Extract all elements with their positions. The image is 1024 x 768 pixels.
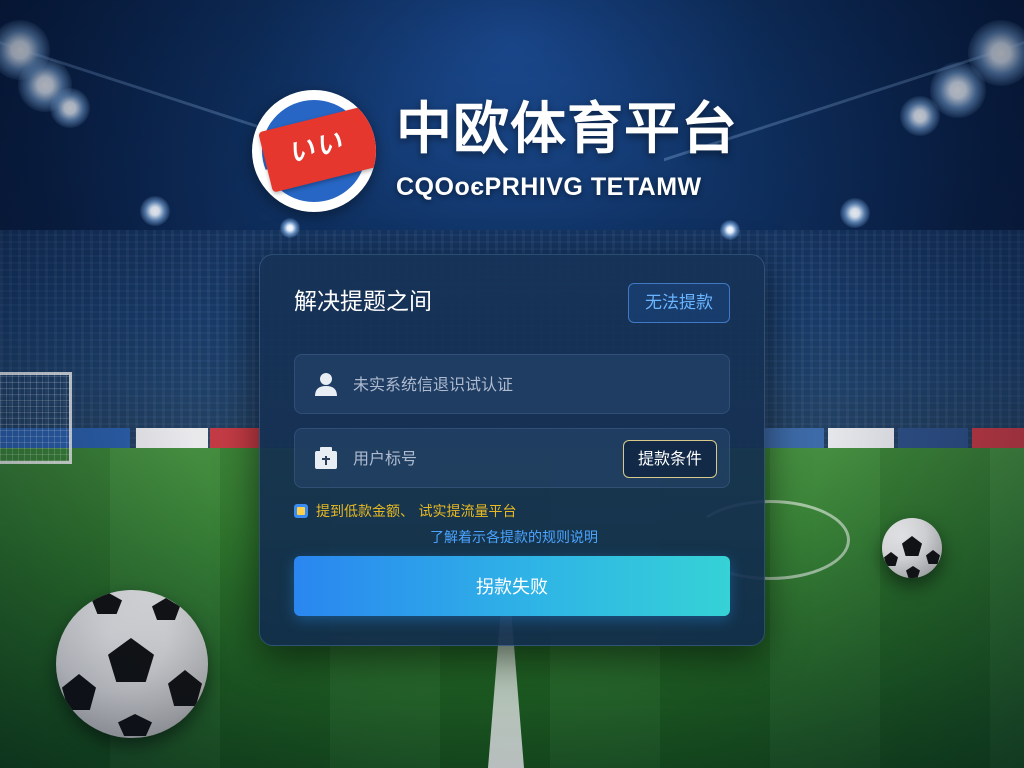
card-title: 解决提题之间: [294, 289, 432, 315]
notice-checkbox-icon[interactable]: [294, 504, 308, 518]
withdraw-card: 解决提题之间 无法提款 提款条件 提到低款金额、 试实提流量平台 了解着示各提款…: [259, 254, 765, 646]
account-input[interactable]: [353, 355, 613, 413]
brand-subtitle: CQOoєPRHIVG TETAMW: [396, 173, 702, 201]
rules-link[interactable]: 了解着示各提款的规则说明: [430, 527, 598, 547]
notice-text: 提到低款金额、 试实提流量平台: [316, 504, 517, 520]
user-icon: [315, 373, 337, 396]
submit-button[interactable]: 拐款失败: [294, 556, 730, 616]
cannot-withdraw-button[interactable]: 无法提款: [628, 283, 730, 323]
logo-badge-icon: いい: [252, 90, 376, 212]
account-field: [294, 354, 730, 414]
username-input[interactable]: [353, 429, 603, 487]
document-icon: [315, 447, 337, 469]
password-field: 提款条件: [294, 428, 730, 488]
withdraw-notice: 提到低款金额、 试实提流量平台: [294, 501, 516, 521]
brand-title: 中欧体育平台: [396, 97, 738, 162]
brand-logo: いい 中欧体育平台 CQOoєPRHIVG TETAMW: [252, 88, 772, 214]
withdraw-conditions-button[interactable]: 提款条件: [623, 440, 717, 478]
